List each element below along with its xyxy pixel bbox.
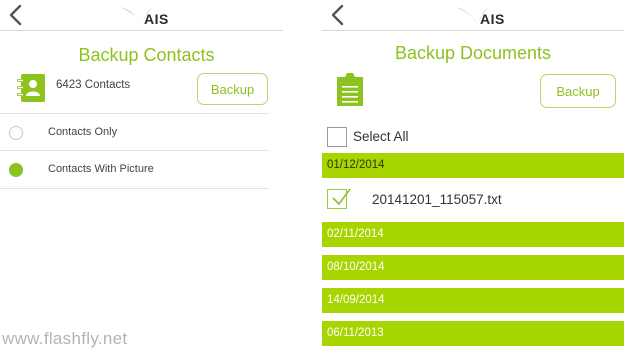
option-label: Contacts With Picture [48, 163, 154, 175]
top-bar: AIS [322, 0, 624, 31]
chevron-left-icon [9, 4, 22, 26]
logo-text: AIS [480, 11, 505, 27]
date-group-header[interactable]: 02/11/2014 [322, 222, 624, 247]
file-checkbox-checked[interactable] [327, 188, 351, 211]
back-button[interactable] [6, 2, 26, 28]
option-label: Contacts Only [48, 126, 118, 138]
contacts-count: 6423 Contacts [56, 79, 131, 91]
option-contacts-only[interactable]: Contacts Only [0, 113, 269, 151]
backup-contacts-screen: AIS Backup Contacts 6423 Contacts Backup… [0, 0, 283, 354]
check-icon [332, 188, 351, 205]
file-item[interactable]: 20141201_115057.txt [322, 182, 624, 220]
backup-button[interactable]: Backup [197, 73, 268, 105]
date-group-header[interactable]: 06/11/2013 [322, 321, 624, 346]
page-title: Backup Contacts [78, 45, 215, 65]
page-title: Backup Documents [394, 43, 552, 63]
checkbox-unchecked[interactable] [327, 127, 347, 147]
backup-documents-screen: AIS Backup Documents Backup Select All 0… [322, 0, 624, 354]
select-all-label: Select All [353, 129, 409, 144]
chevron-left-icon [331, 4, 344, 26]
contacts-book-icon [17, 74, 45, 102]
ais-logo: AIS [454, 3, 504, 29]
logo-text: AIS [144, 11, 169, 27]
back-button[interactable] [328, 2, 348, 28]
file-name: 20141201_115057.txt [372, 192, 502, 207]
ais-logo: AIS [118, 3, 168, 29]
option-contacts-with-picture[interactable]: Contacts With Picture [0, 151, 269, 189]
date-group-header[interactable]: 14/09/2014 [322, 288, 624, 313]
watermark: www.flashfly.net [2, 329, 128, 348]
backup-button[interactable]: Backup [540, 74, 616, 108]
document-clipboard-icon [337, 73, 363, 106]
radio-selected[interactable] [9, 163, 23, 177]
radio-unselected[interactable] [9, 126, 23, 140]
top-bar: AIS [0, 0, 283, 31]
date-group-header[interactable]: 01/12/2014 [322, 153, 624, 178]
date-group-header[interactable]: 08/10/2014 [322, 255, 624, 280]
